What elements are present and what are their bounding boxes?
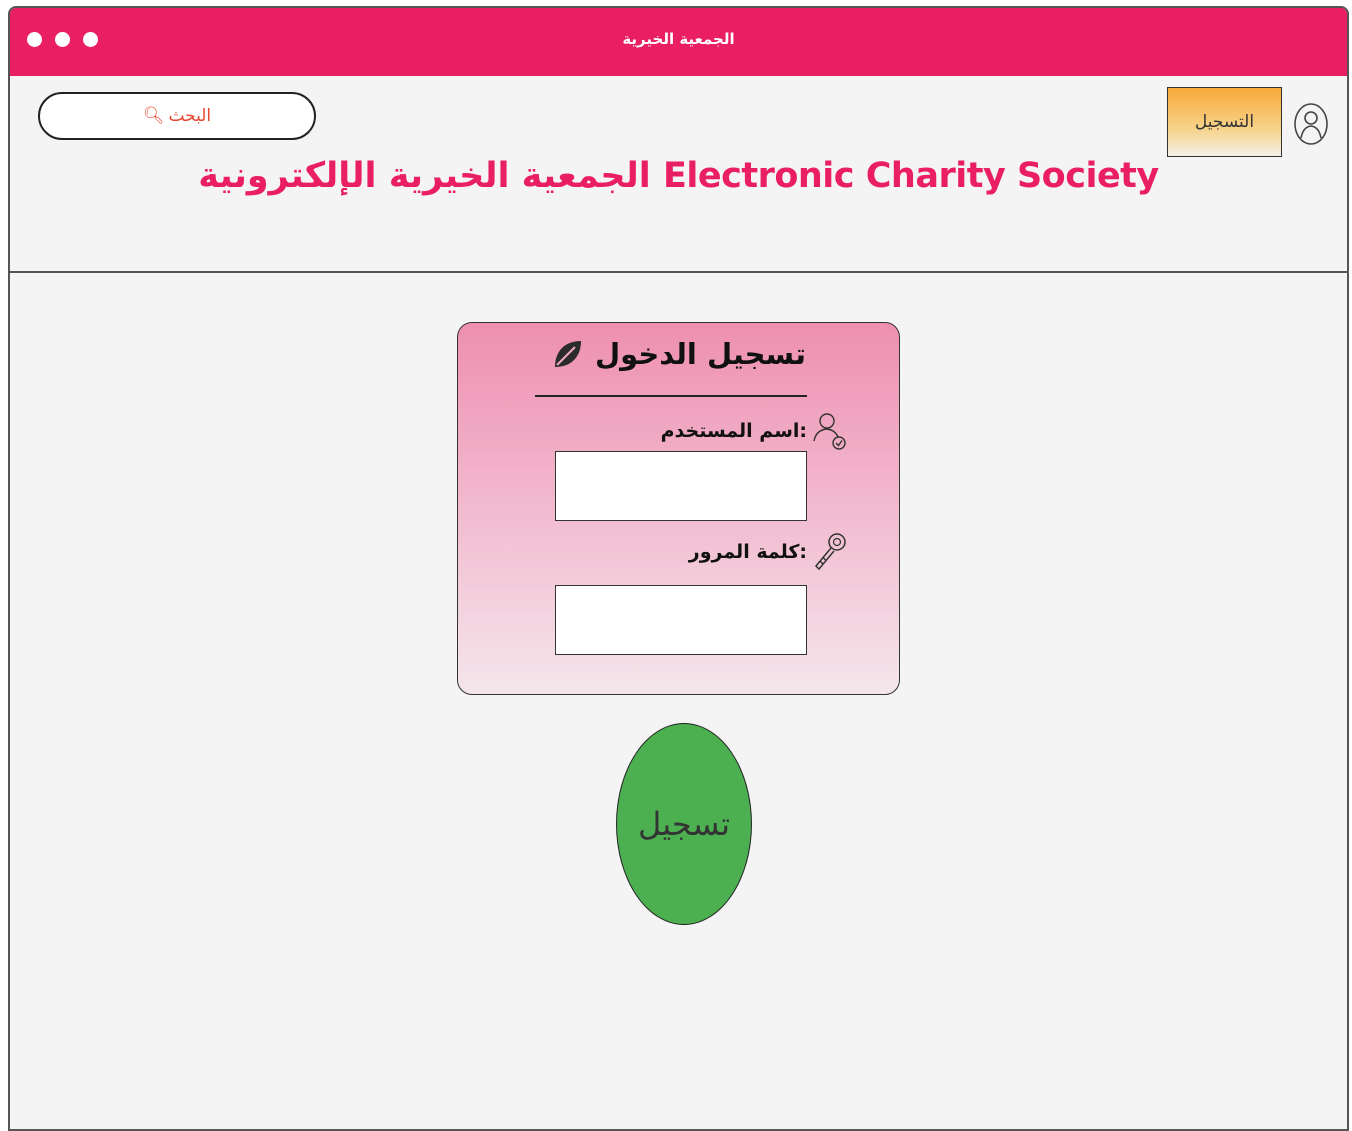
login-title-row: تسجيل الدخول [458,337,899,371]
login-card: تسجيل الدخول اسم المستخدم: كلمة المرور: [457,322,900,695]
browser-window: الجمعية الخيرية 🔍︎ البحث التسجيل الجمعية… [8,6,1349,1131]
password-field[interactable] [555,585,807,655]
user-check-icon [813,413,846,450]
window-title: الجمعية الخيرية [622,30,735,48]
search-icon: 🔍︎ [142,106,165,126]
title-bar: الجمعية الخيرية [10,8,1347,76]
username-label: اسم المستخدم: [660,420,807,442]
search-label: البحث [168,106,212,126]
username-field[interactable] [555,451,807,521]
login-title: تسجيل الدخول [595,337,806,371]
search-input[interactable]: 🔍︎ البحث [38,92,316,140]
password-label-row: كلمة المرور: [689,530,847,574]
register-button[interactable]: التسجيل [1167,87,1282,157]
user-icon[interactable] [1293,102,1329,146]
password-label: كلمة المرور: [688,541,807,563]
submit-register-button[interactable]: تسجيل [616,723,752,925]
header-divider [10,271,1347,273]
key-icon [814,533,846,571]
leaf-icon [555,341,582,367]
site-title: الجمعية الخيرية الإلكترونية Electronic C… [198,156,1159,196]
login-title-divider [535,395,807,397]
username-label-row: اسم المستخدم: [661,409,847,453]
